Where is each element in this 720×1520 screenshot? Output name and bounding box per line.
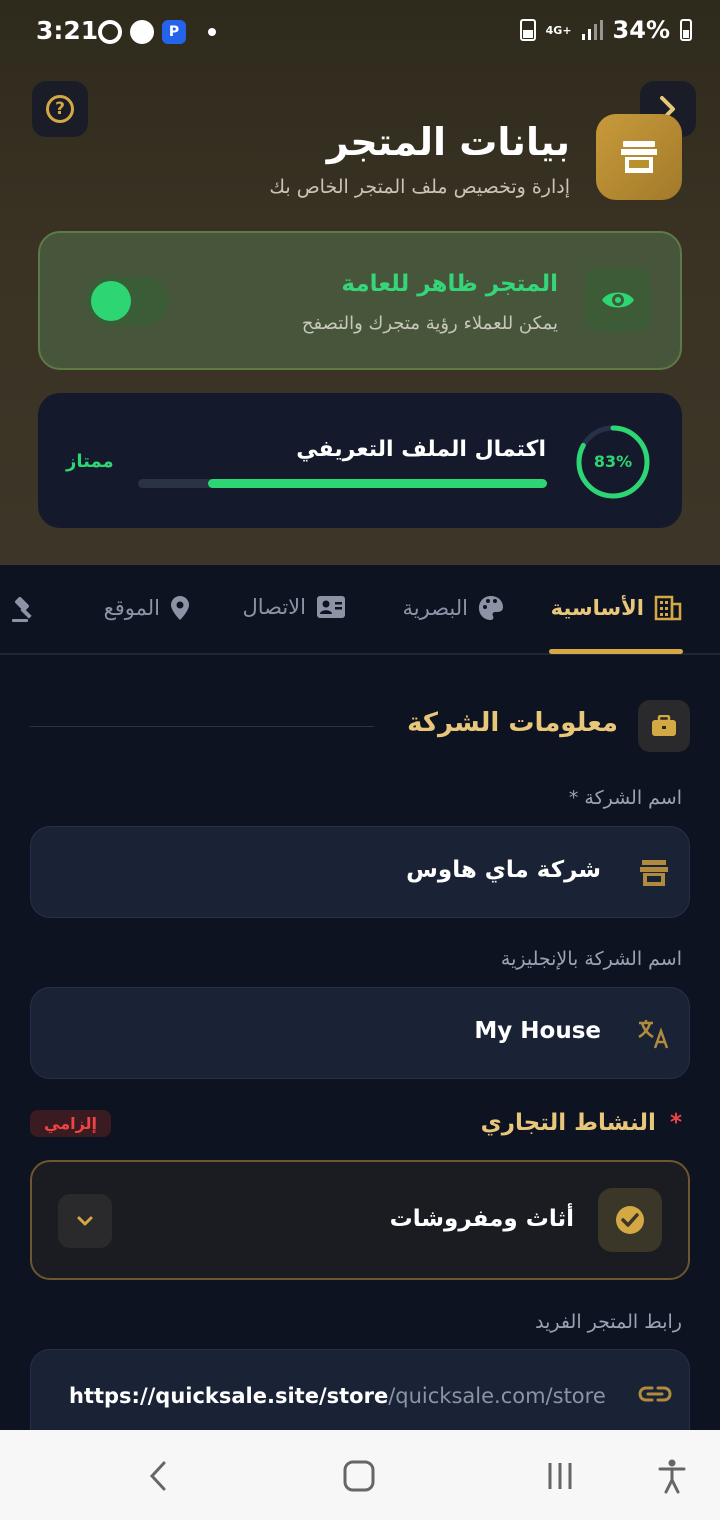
completion-percent: 83% [593, 452, 633, 471]
company-name-value: شركة ماي هاوس [406, 857, 601, 883]
system-navigation-bar [0, 1430, 720, 1520]
gavel-icon [12, 597, 32, 622]
activity-select[interactable]: أثاث ومفروشات [30, 1160, 690, 1280]
visibility-title: المتجر ظاهر للعامة [341, 271, 558, 297]
tab-visual[interactable]: البصرية [403, 595, 504, 621]
store-url-label: رابط المتجر الفريد [535, 1311, 682, 1333]
help-button[interactable]: ? [32, 81, 88, 137]
company-name-en-value: My House [474, 1018, 601, 1044]
map-pin-icon [171, 596, 189, 620]
status-right-icons: 4G+ 34% [519, 16, 692, 44]
company-name-en-label: اسم الشركة بالإنجليزية [500, 948, 682, 970]
visibility-toggle[interactable] [86, 276, 168, 326]
recents-icon [548, 1463, 572, 1489]
required-star: * [669, 1110, 682, 1136]
activity-label: * النشاط التجاري [481, 1110, 682, 1136]
status-notification-icons: P [98, 20, 216, 44]
store-url-prefix: https://quicksale.site/store [69, 1384, 389, 1408]
completion-progress-fill [207, 479, 547, 488]
tab-location-label: الموقع [103, 596, 160, 620]
store-badge [596, 114, 682, 200]
back-arrow-icon [149, 1461, 166, 1491]
tab-legal[interactable] [10, 595, 38, 623]
notification-icon [98, 20, 122, 44]
status-time: 3:21 [36, 16, 99, 45]
eye-icon [602, 292, 634, 308]
nav-back-button[interactable] [136, 1454, 180, 1498]
accessibility-icon [658, 1459, 686, 1494]
network-type: 4G+ [545, 23, 572, 37]
page-subtitle: إدارة وتخصيص ملف المتجر الخاص بك [269, 176, 570, 198]
tab-contact-label: الاتصال [242, 595, 306, 619]
battery-icon [680, 19, 692, 41]
battery-percent: 34% [612, 16, 670, 44]
home-icon [343, 1460, 375, 1492]
tab-contact[interactable]: الاتصال [242, 595, 346, 619]
activity-dropdown-button[interactable] [58, 1194, 112, 1248]
question-circle-icon: ? [46, 95, 74, 123]
p-app-icon: P [162, 20, 186, 44]
page-title: بيانات المتجر [326, 120, 570, 164]
activity-value: أثاث ومفروشات [389, 1206, 574, 1232]
signal-icon [581, 20, 603, 40]
nav-accessibility-button[interactable] [650, 1454, 694, 1498]
battery-saver-icon [519, 19, 536, 41]
tab-basic[interactable]: الأساسية [551, 595, 682, 621]
store-visibility-card: المتجر ظاهر للعامة يمكن للعملاء رؤية متج… [38, 231, 682, 370]
store-url-placeholder: /quicksale.com/store [388, 1384, 606, 1408]
visibility-subtitle: يمكن للعملاء رؤية متجرك والتصفح [301, 313, 558, 334]
nav-recents-button[interactable] [538, 1454, 582, 1498]
tab-basic-label: الأساسية [550, 596, 644, 620]
building-icon [654, 595, 682, 621]
section-title: معلومات الشركة [407, 708, 618, 738]
activity-check-box [598, 1188, 662, 1252]
store-icon [637, 856, 671, 890]
activity-label-text: النشاط التجاري [480, 1110, 656, 1136]
active-tab-indicator [549, 649, 683, 654]
chevron-down-icon [77, 1216, 93, 1226]
check-circle-icon [616, 1206, 644, 1234]
required-badge: إلزامي [30, 1110, 112, 1137]
store-icon [621, 141, 657, 173]
completion-progress-bar [138, 479, 547, 488]
completion-status: ممتاز [66, 451, 114, 472]
palette-icon [479, 596, 503, 620]
tab-bar: الأساسية البصرية الاتصال الموقع [0, 565, 720, 655]
nav-home-button[interactable] [337, 1454, 381, 1498]
toggle-knob [91, 281, 131, 321]
visibility-icon-box [585, 267, 651, 333]
company-name-field[interactable]: شركة ماي هاوس [30, 826, 690, 918]
translate-icon [637, 1017, 671, 1051]
section-divider [30, 726, 374, 727]
status-bar: 3:21 P 4G+ 34% [0, 0, 720, 68]
company-name-label: اسم الشركة * [568, 787, 682, 809]
tab-visual-label: البصرية [402, 596, 468, 620]
tab-location[interactable]: الموقع [104, 595, 190, 621]
profile-completion-card: 83% اكتمال الملف التعريفي ممتاز [38, 393, 682, 528]
completion-title: اكتمال الملف التعريفي [296, 437, 546, 462]
company-name-en-field[interactable]: My House [30, 987, 690, 1079]
briefcase-icon [652, 715, 676, 736]
completion-ring: 83% [574, 423, 652, 501]
contact-card-icon [317, 596, 345, 618]
link-icon [638, 1384, 672, 1408]
store-url-text: https://quicksale.site/store/quicksale.c… [69, 1384, 606, 1408]
whatsapp-icon [130, 20, 154, 44]
more-notifications-dot-icon [208, 28, 216, 36]
section-icon-box [638, 700, 690, 752]
